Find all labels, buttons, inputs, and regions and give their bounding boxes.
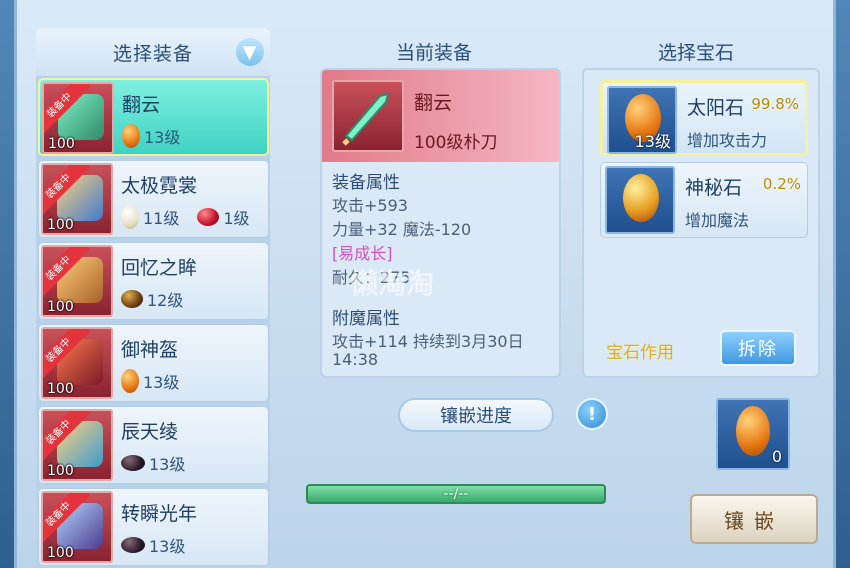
enchant-line: 攻击+114 持续到3月30日 (332, 332, 524, 351)
equipment-list-item[interactable]: 装备中 100 太极霓裳 11级 1级 (38, 160, 269, 238)
equipment-list-header: 选择装备 ▼ (36, 28, 270, 76)
gem-level-text: 11级 (143, 209, 180, 228)
gem-level-text: 13级 (143, 373, 180, 392)
gem-level: 13级 (634, 132, 671, 151)
gem-name: 太阳石 (687, 97, 745, 119)
equipment-icon: 装备中 100 (41, 491, 113, 563)
gem-description: 增加魔法 (685, 211, 750, 230)
equipment-level: 100 (47, 299, 74, 315)
equipment-name: 御神盔 (121, 339, 179, 361)
equipment-list-item[interactable]: 装备中 100 辰天绫 13级 (38, 406, 269, 484)
remove-button[interactable]: 拆除 (720, 330, 796, 366)
gem-level-text: 1级 (223, 209, 250, 228)
equipment-icon: 装备中 100 (41, 327, 113, 399)
equipment-name: 回忆之眸 (121, 257, 198, 279)
orange-gem-icon (736, 406, 770, 456)
attribute-line: 力量+32 魔法-120 (332, 220, 472, 239)
equipment-list-item[interactable]: 装备中 100 回忆之眸 12级 (38, 242, 269, 320)
enchant-line: 14:38 (332, 350, 379, 369)
equipment-level: 100 (47, 217, 74, 233)
info-icon[interactable]: ! (576, 398, 608, 430)
equipment-level: 100 (48, 136, 75, 152)
gem-description: 增加攻击力 (687, 131, 768, 150)
gem-name: 神秘石 (685, 177, 743, 199)
attribute-line: 攻击+593 (332, 196, 408, 215)
equipment-attributes-heading: 装备属性 (332, 173, 400, 193)
equipment-gems: 13级 (121, 369, 179, 393)
orange-gem-icon (121, 369, 139, 393)
red-gem-icon (197, 208, 220, 226)
inlay-button[interactable]: 镶嵌 (690, 494, 818, 544)
gem-level-text: 13级 (144, 128, 181, 147)
equipment-name: 转瞬光年 (121, 503, 198, 525)
equipment-list-item[interactable]: 装备中 100 转瞬光年 13级 (38, 488, 269, 566)
gem-effect-link[interactable]: 宝石作用 (606, 338, 674, 363)
equipment-icon: 装备中 100 (41, 409, 113, 481)
gem-card-sunstone[interactable]: 13级 太阳石 99.8% 增加攻击力 (600, 80, 808, 156)
growth-tag: [易成长] (332, 244, 393, 263)
slot-count: 0 (771, 447, 782, 466)
equipment-gems: 11级 1级 (121, 205, 250, 229)
current-equipment-type: 100级朴刀 (414, 133, 498, 153)
current-equipment-name: 翻云 (414, 92, 453, 114)
enchant-attributes-heading: 附魔属性 (332, 309, 400, 329)
equipment-icon: 装备中 100 (41, 245, 113, 317)
select-gem-title: 选择宝石 (658, 42, 735, 64)
inlay-gem-slot[interactable]: 0 (716, 398, 790, 470)
orange-gem-icon (122, 124, 140, 148)
gem-level-text: 13级 (149, 537, 186, 556)
equipment-name: 太极霓裳 (121, 175, 198, 197)
gem-percent: 99.8% (751, 95, 799, 113)
equipment-gems: 13级 (121, 451, 185, 475)
equipment-level: 100 (47, 463, 74, 479)
scroll-down-arrow-icon[interactable]: ▼ (236, 38, 264, 66)
gem-card-mystic[interactable]: 神秘石 0.2% 增加魔法 (600, 162, 808, 238)
equipment-list-title: 选择装备 (112, 42, 193, 65)
dark-gem-icon (121, 537, 145, 553)
inlay-progress-text: 镶嵌进度 (440, 406, 512, 427)
equipment-gems: 12级 (121, 287, 183, 311)
mystic-stone-icon (605, 166, 675, 234)
dark-gem-icon (121, 455, 145, 471)
equipment-level: 100 (47, 381, 74, 397)
sunstone-icon: 13级 (607, 86, 677, 154)
inlay-progress-label: 镶嵌进度 (398, 398, 554, 432)
right-frame-decoration (836, 0, 850, 568)
equipment-name: 辰天绫 (121, 421, 179, 443)
watermark-logo: 懒淘淘 (350, 267, 435, 300)
current-equipment-icon (332, 80, 404, 152)
white-gem-icon (121, 205, 139, 229)
progress-value: --/-- (443, 486, 469, 502)
gem-level-text: 13级 (149, 455, 186, 474)
equipment-name: 翻云 (122, 94, 161, 116)
equipment-icon: 装备中 100 (41, 163, 113, 235)
equipment-icon: 装备中 100 (42, 82, 114, 154)
inlay-progress-bar: --/-- (306, 484, 606, 504)
equipment-list-item[interactable]: 装备中 100 翻云 13级 (38, 78, 269, 156)
gem-percent: 0.2% (762, 175, 801, 193)
equipment-gems: 13级 (121, 533, 185, 557)
equipment-level: 100 (47, 545, 74, 561)
equipment-list-item[interactable]: 装备中 100 御神盔 13级 (38, 324, 269, 402)
brown-gem-icon (121, 290, 143, 308)
gem-level-text: 12级 (147, 291, 184, 310)
left-frame-decoration (0, 0, 14, 568)
current-equipment-title: 当前装备 (396, 42, 473, 64)
current-equipment-panel: 翻云 100级朴刀 装备属性 攻击+593 力量+32 魔法-120 [易成长]… (320, 68, 561, 378)
equipment-gems: 13级 (122, 124, 180, 148)
gold-gem-icon (623, 174, 659, 222)
